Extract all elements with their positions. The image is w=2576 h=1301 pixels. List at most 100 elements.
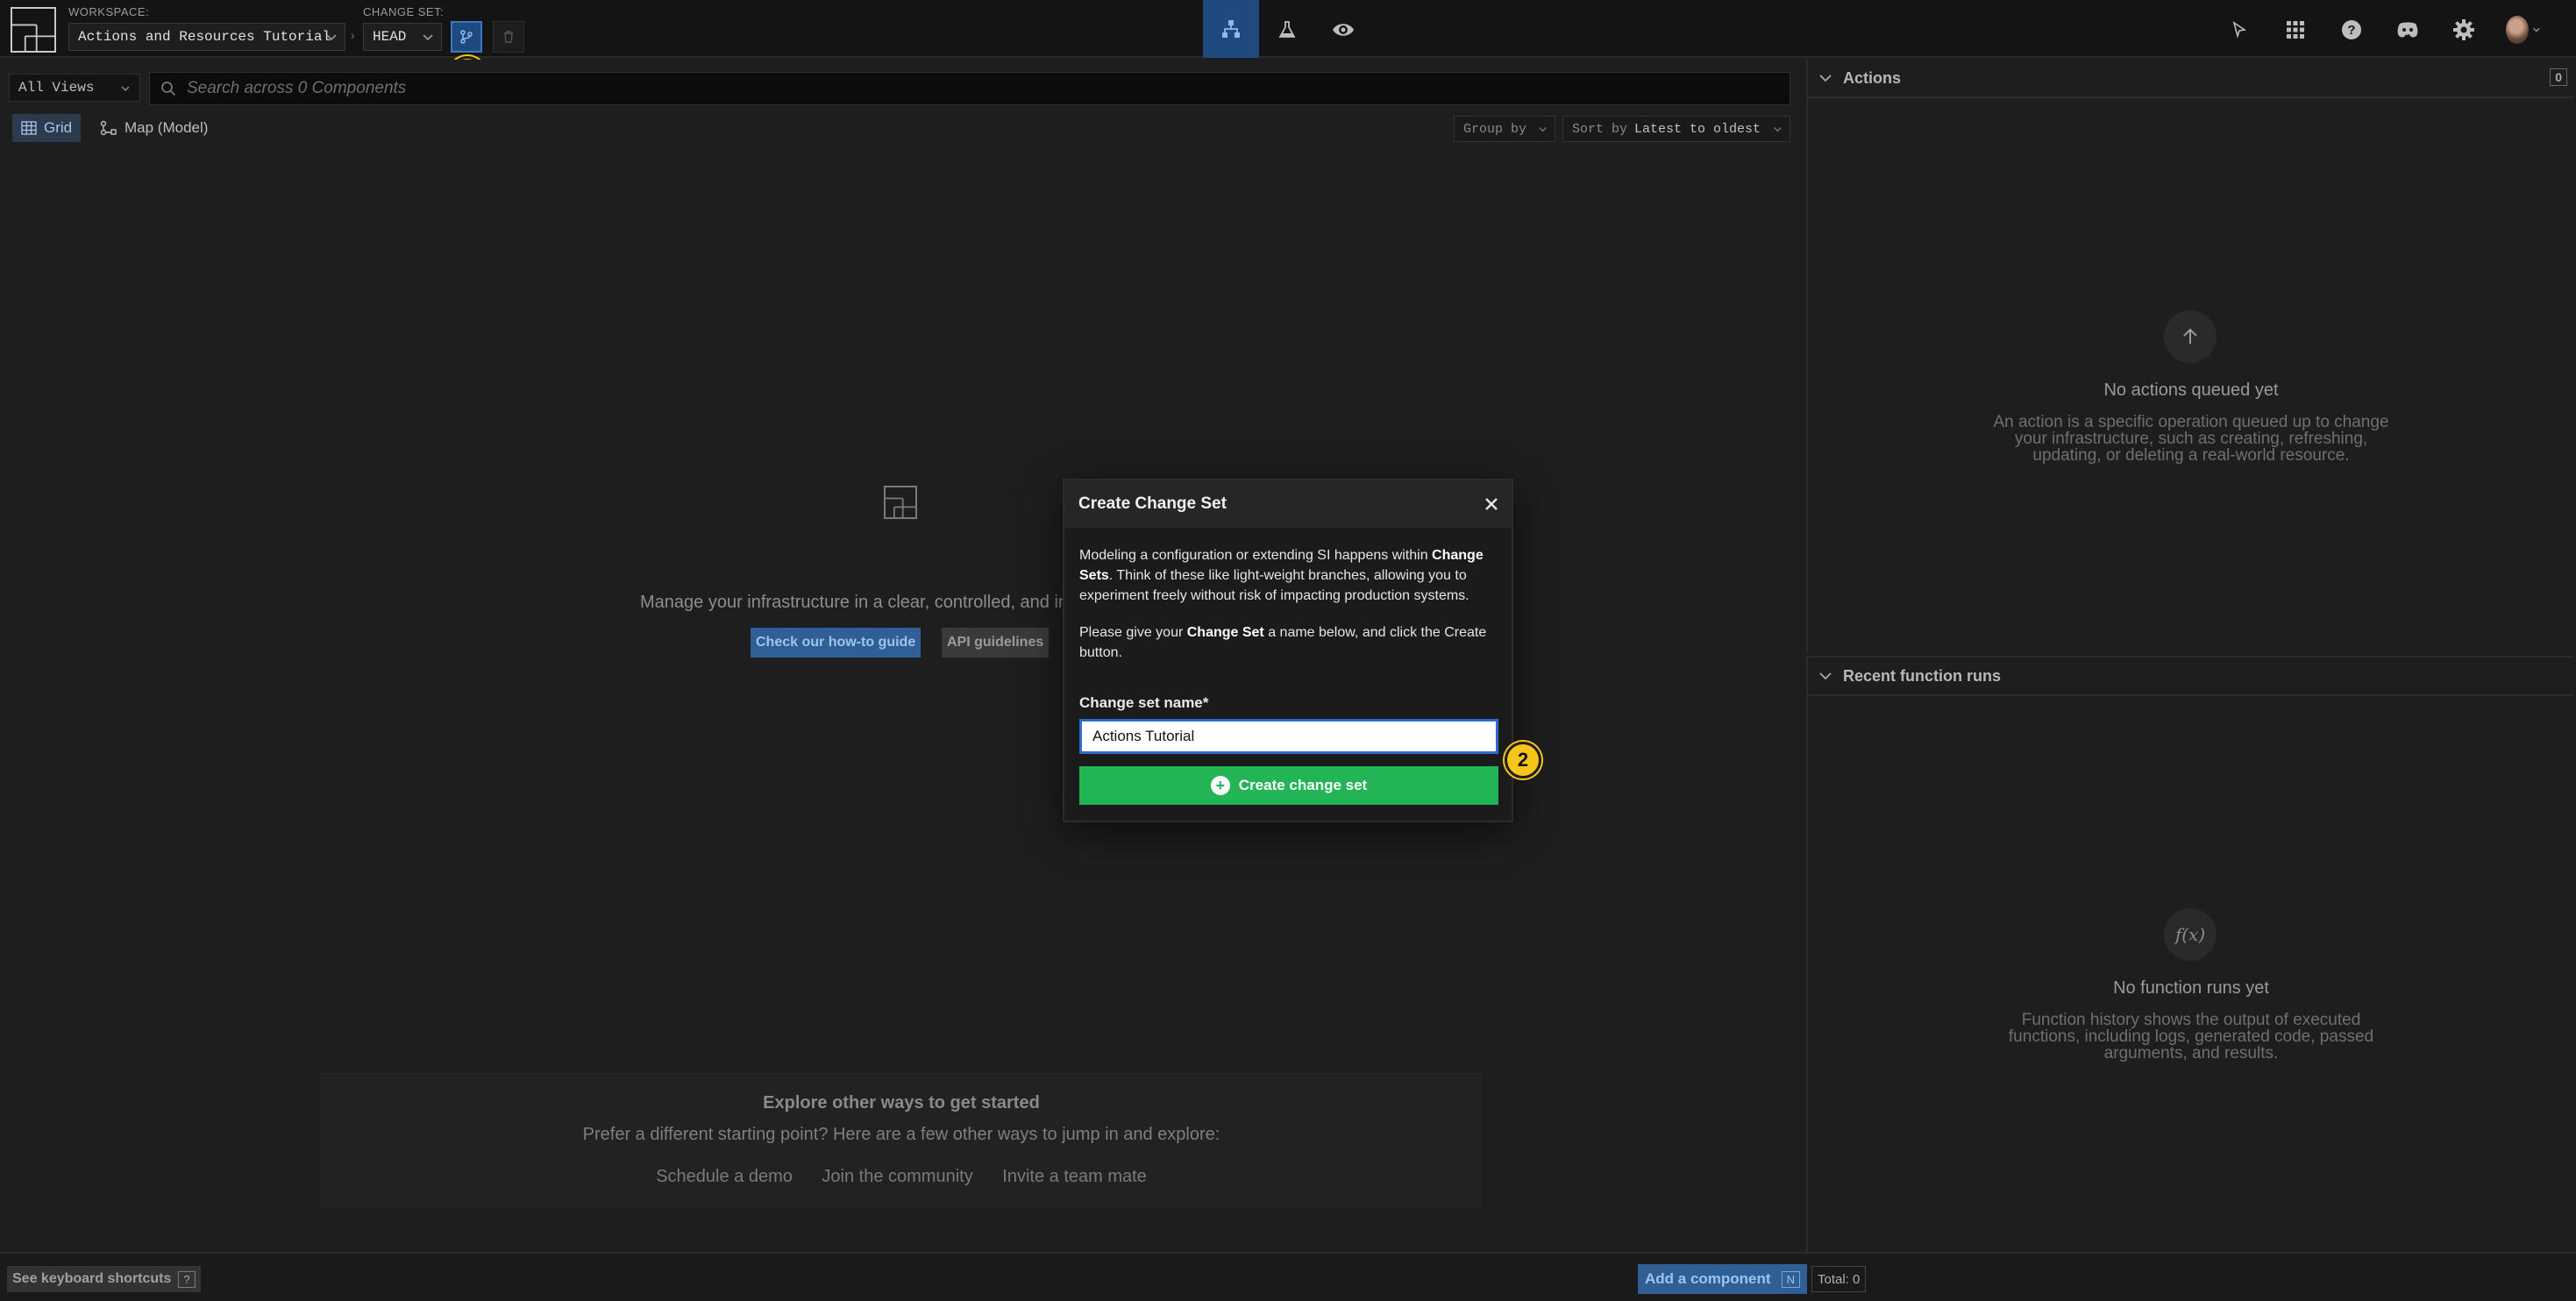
group-by-label: Group by: [1463, 121, 1527, 137]
keyboard-shortcut-key: ?: [178, 1270, 196, 1288]
search-icon: [161, 82, 176, 96]
function-runs-empty-desc-line: arguments, and results.: [2103, 1044, 2279, 1063]
actions-empty-desc-line: An action is a specific operation queued…: [1993, 413, 2389, 431]
actions-empty-desc-line: updating, or deleting a real-world resou…: [2032, 446, 2350, 465]
function-runs-empty-title: No function runs yet: [2113, 978, 2269, 998]
help-icon: ?: [2342, 20, 2361, 39]
function-runs-empty-desc: Function history shows the output of exe…: [1808, 1012, 2574, 1062]
add-component-key: N: [1781, 1270, 1800, 1288]
howto-guide-button[interactable]: Check our how-to guide: [751, 628, 922, 658]
schedule-demo-link[interactable]: Schedule a demo: [656, 1167, 793, 1186]
profile-button[interactable]: [2506, 14, 2541, 46]
actions-empty-desc-line: your infrastructure, such as creating, r…: [2014, 430, 2368, 448]
logo-icon[interactable]: [11, 7, 56, 53]
workspaces-button[interactable]: [2278, 14, 2313, 46]
changeset-name-label: Change set name*: [1079, 694, 1209, 711]
chevron-down-icon: [2533, 27, 2540, 32]
chevron-down-icon: [326, 34, 337, 41]
tab-grid[interactable]: Grid: [12, 114, 82, 142]
actions-panel: Actions 0 No actions queued yet An actio…: [1806, 60, 2574, 652]
modal-paragraph-1: Modeling a configuration or extending SI…: [1079, 545, 1496, 606]
chevron-down-icon: [423, 34, 433, 41]
trash-icon: [504, 31, 513, 43]
explore-section: Explore other ways to get started Prefer…: [321, 1073, 1482, 1208]
top-bar: WORKSPACE: Actions and Resources Tutoria…: [0, 0, 2576, 93]
explore-title: Explore other ways to get started: [763, 1093, 1040, 1113]
modal-body: Modeling a configuration or extending SI…: [1079, 545, 1496, 679]
function-runs-empty-desc-line: Function history shows the output of exe…: [2021, 1011, 2361, 1029]
add-component-button[interactable]: Add a component N: [1638, 1264, 1807, 1294]
modal-text: . Think of these like light-weight branc…: [1079, 568, 1469, 603]
branch-icon: [460, 30, 473, 44]
actions-count-badge: 0: [2550, 68, 2567, 86]
total-count: Total: 0: [1811, 1266, 1867, 1292]
function-runs-empty-desc-line: functions, including logs, generated cod…: [2008, 1027, 2374, 1046]
arrow-up-icon: [2164, 310, 2217, 363]
map-icon: [100, 120, 117, 136]
changeset-name: HEAD: [373, 29, 407, 45]
chevron-right-icon: ›: [351, 28, 355, 42]
sort-by-select[interactable]: Sort by Latest to oldest: [1562, 116, 1790, 142]
step-marker-2: 2: [1505, 742, 1541, 778]
actions-panel-title: Actions: [1843, 68, 1902, 87]
tab-customize[interactable]: [1263, 12, 1312, 47]
close-icon[interactable]: [1482, 494, 1501, 514]
help-button[interactable]: ?: [2334, 14, 2369, 46]
tab-model[interactable]: [1203, 0, 1259, 58]
bottom-bar: See keyboard shortcuts ? Add a component…: [0, 1252, 2576, 1301]
cursor-button[interactable]: [2222, 14, 2257, 46]
changeset-select[interactable]: HEAD: [363, 23, 442, 51]
avatar: [2506, 16, 2530, 44]
discord-icon: [2397, 22, 2418, 38]
sort-by-value: Latest to oldest: [1634, 121, 1761, 137]
tab-grid-label: Grid: [44, 119, 73, 136]
workspace-name: Actions and Resources Tutorial: [78, 29, 331, 45]
add-component-label: Add a component: [1645, 1270, 1771, 1287]
flask-icon: [1278, 21, 1296, 38]
discord-button[interactable]: [2390, 14, 2425, 46]
settings-button[interactable]: [2446, 14, 2481, 46]
delete-changeset-button[interactable]: [493, 21, 524, 53]
function-runs-panel-header[interactable]: Recent function runs: [1808, 658, 2574, 696]
empty-state-logo-icon: [884, 486, 917, 519]
create-changeset-modal: Create Change Set Modeling a configurati…: [1063, 479, 1513, 822]
empty-state-text: Manage your infrastructure in a clear, c…: [640, 593, 1069, 612]
tab-map[interactable]: Map (Model): [91, 114, 217, 142]
actions-empty-title: No actions queued yet: [2103, 380, 2279, 400]
workspace-select[interactable]: Actions and Resources Tutorial: [68, 23, 345, 51]
sort-by-label: Sort by: [1572, 121, 1628, 137]
group-by-select[interactable]: Group by: [1454, 116, 1555, 142]
modal-title: Create Change Set: [1078, 494, 1227, 513]
gear-icon: [2453, 19, 2474, 40]
keyboard-shortcuts-button[interactable]: See keyboard shortcuts ?: [7, 1266, 201, 1292]
tab-map-label: Map (Model): [125, 119, 209, 136]
chevron-down-icon: [1819, 672, 1832, 680]
changeset-label: CHANGE SET:: [363, 5, 445, 18]
chevron-down-icon: [121, 86, 130, 92]
plus-circle-icon: +: [1210, 776, 1230, 795]
keyboard-shortcuts-label: See keyboard shortcuts: [12, 1271, 172, 1286]
create-changeset-submit-button[interactable]: + Create change set: [1079, 766, 1498, 805]
modal-text: Modeling a configuration or extending SI…: [1079, 548, 1433, 563]
search-bar[interactable]: Search across 0 Components: [149, 72, 1790, 105]
modal-header: Create Change Set: [1064, 480, 1512, 528]
diagram-icon: [1222, 20, 1240, 38]
create-button-label: Create change set: [1238, 777, 1368, 793]
grid-icon: [21, 121, 37, 135]
actions-panel-header[interactable]: Actions 0: [1808, 60, 2574, 98]
actions-empty-desc: An action is a specific operation queued…: [1808, 414, 2574, 464]
tab-audit[interactable]: [1319, 12, 1368, 47]
api-guidelines-button[interactable]: API guidelines: [942, 628, 1050, 658]
changeset-name-input[interactable]: [1079, 719, 1498, 754]
eye-icon: [1333, 24, 1354, 36]
explore-links: Schedule a demo Join the community Invit…: [322, 1167, 1481, 1187]
invite-teammate-link[interactable]: Invite a team mate: [1002, 1167, 1147, 1186]
cursor-icon: [2232, 21, 2247, 39]
modal-text: Please give your: [1079, 625, 1187, 640]
chevron-down-icon: [1819, 75, 1832, 82]
chevron-down-icon: [1774, 127, 1782, 132]
views-select[interactable]: All Views: [9, 74, 140, 102]
join-community-link[interactable]: Join the community: [822, 1167, 972, 1186]
create-changeset-button[interactable]: [451, 21, 482, 53]
function-runs-panel-title: Recent function runs: [1843, 666, 2002, 685]
